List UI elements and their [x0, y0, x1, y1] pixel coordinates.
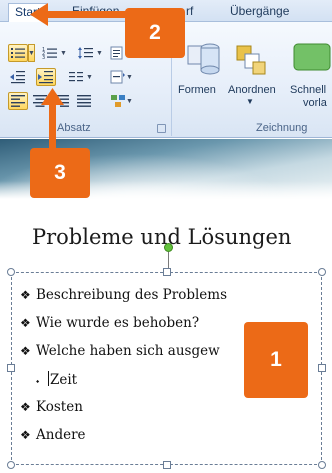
align-text-dropdown-arrow[interactable]: ▼	[126, 68, 133, 86]
schnellformatvorlagen-label-2: vorla	[303, 97, 327, 109]
justify-icon	[77, 95, 91, 107]
resize-handle-top[interactable]	[163, 268, 171, 276]
columns-dropdown-arrow[interactable]: ▼	[86, 68, 93, 86]
line-spacing-icon	[78, 47, 93, 59]
smartart-icon	[111, 95, 125, 107]
numbered-list-icon: 1 2 3	[42, 47, 57, 60]
justify-button[interactable]	[74, 92, 94, 110]
resize-handle-top-right[interactable]	[318, 268, 326, 276]
group-label-zeichnung: Zeichnung	[256, 122, 308, 134]
line-spacing-dropdown-arrow[interactable]: ▼	[96, 44, 103, 62]
list-item-text: Andere	[36, 427, 86, 443]
resize-handle-left[interactable]	[7, 364, 15, 372]
list-item-text: Beschreibung des Problems	[36, 287, 228, 303]
absatz-dialog-launcher[interactable]	[157, 124, 166, 133]
align-left-button[interactable]	[8, 92, 28, 110]
anordnen-dropdown-arrow[interactable]: ▼	[246, 97, 254, 106]
callout-2-arrow	[30, 3, 130, 26]
list-item[interactable]: ❖ Wie wurde es behoben?	[20, 315, 199, 331]
bullet-list-icon	[11, 48, 25, 58]
callout-2: 2	[125, 8, 185, 58]
tab-uebergaenge[interactable]: Übergänge	[224, 3, 295, 22]
anordnen-button[interactable]	[231, 38, 271, 86]
sub-bullet-marker-icon: ⬩	[36, 377, 40, 387]
numbering-button[interactable]: 1 2 3	[40, 44, 60, 62]
list-item-sub[interactable]: ⬩ Zeit	[36, 371, 77, 388]
list-item[interactable]: ❖ Welche haben sich ausgew	[20, 343, 220, 359]
line-spacing-button[interactable]	[76, 44, 96, 62]
bullets-button[interactable]	[8, 44, 28, 62]
anordnen-label: Anordnen	[228, 84, 276, 96]
smartart-dropdown-arrow[interactable]: ▼	[126, 92, 133, 110]
resize-handle-top-left[interactable]	[7, 268, 15, 276]
bullet-marker-icon: ❖	[20, 316, 31, 330]
text-direction-icon	[110, 46, 123, 60]
list-item[interactable]: ❖ Andere	[20, 427, 86, 443]
slide-title[interactable]: Probleme und Lösungen	[32, 225, 291, 249]
schnellformatvorlagen-label: Schnell	[290, 84, 327, 96]
shapes-icon	[187, 43, 220, 75]
list-item[interactable]: ❖ Kosten	[20, 399, 83, 415]
resize-handle-bottom-left[interactable]	[7, 461, 15, 469]
align-text-button[interactable]	[108, 68, 128, 86]
resize-handle-bottom[interactable]	[163, 461, 171, 469]
increase-indent-button[interactable]	[36, 68, 56, 86]
decrease-indent-icon	[10, 71, 25, 84]
numbering-dropdown-arrow[interactable]: ▼	[60, 44, 67, 62]
callout-1: 1	[244, 322, 308, 398]
columns-button[interactable]	[66, 68, 86, 86]
formen-button[interactable]	[184, 38, 224, 86]
resize-handle-bottom-right[interactable]	[318, 461, 326, 469]
schnellformatvorlagen-button[interactable]	[292, 38, 332, 86]
arrange-icon	[236, 45, 266, 75]
svg-text:3: 3	[42, 55, 45, 60]
increase-indent-icon	[38, 71, 53, 84]
list-item-text: Wie wurde es behoben?	[36, 315, 200, 331]
list-item-text: Welche haben sich ausgew	[36, 343, 220, 359]
callout-3: 3	[30, 148, 90, 198]
align-left-icon	[11, 95, 25, 107]
bullet-marker-icon: ❖	[20, 288, 31, 302]
list-item[interactable]: ❖ Beschreibung des Problems	[20, 287, 227, 303]
rotation-handle[interactable]	[164, 243, 173, 252]
align-text-icon	[110, 70, 125, 84]
callout-3-arrow	[41, 88, 64, 148]
bullet-marker-icon: ❖	[20, 400, 31, 414]
bullet-marker-icon: ❖	[20, 344, 31, 358]
list-item-text: Kosten	[36, 399, 83, 415]
decrease-indent-button[interactable]	[8, 68, 28, 86]
text-cursor	[48, 371, 49, 386]
resize-handle-right[interactable]	[318, 364, 326, 372]
formen-label: Formen	[178, 84, 216, 96]
smartart-button[interactable]	[108, 92, 128, 110]
bullets-dropdown-arrow[interactable]: ▼	[28, 44, 35, 62]
bullet-marker-icon: ❖	[20, 428, 31, 442]
quick-styles-icon	[293, 43, 331, 71]
list-item-text: Zeit	[50, 372, 78, 388]
columns-icon	[69, 72, 83, 82]
